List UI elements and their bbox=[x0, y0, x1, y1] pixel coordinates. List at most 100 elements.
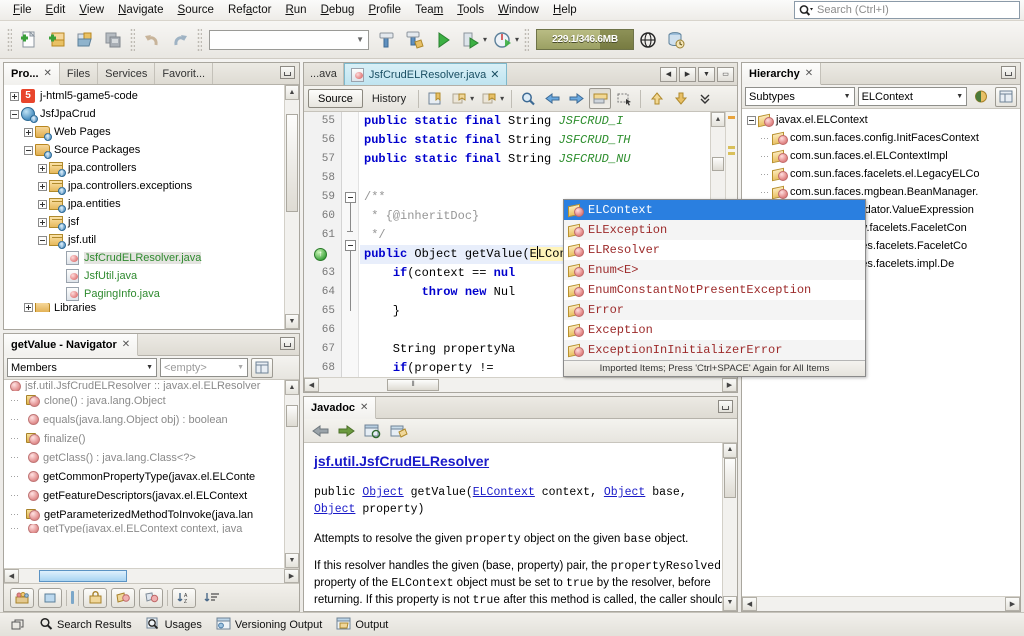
project-config-combo[interactable]: ▼ bbox=[209, 30, 369, 50]
build-project-icon[interactable] bbox=[373, 26, 401, 54]
menu-source[interactable]: Source bbox=[171, 2, 221, 18]
tree-node-jsfcrudelresolver-java[interactable]: JsfCrudELResolver.java bbox=[4, 249, 299, 267]
expander-icon[interactable] bbox=[745, 114, 758, 127]
scroll-up-icon[interactable]: ▲ bbox=[285, 85, 299, 100]
tree-node-javax-el-elcontext[interactable]: javax.el.ELContext bbox=[742, 111, 1020, 129]
new-file-icon[interactable] bbox=[15, 26, 43, 54]
scroll-left-icon[interactable]: ◀ bbox=[4, 569, 19, 583]
tree-node-jsfutil-java[interactable]: JsfUtil.java bbox=[4, 267, 299, 285]
javadoc-link-elcontext[interactable]: ELContext bbox=[473, 486, 535, 499]
tree-node-jsfjpacrud[interactable]: j JsfJpaCrud bbox=[4, 105, 299, 123]
scrollbar-thumb[interactable]: ⦀ bbox=[387, 379, 439, 391]
maximize-icon[interactable]: ▭ bbox=[717, 67, 734, 82]
close-icon[interactable]: ✕ bbox=[805, 68, 813, 79]
completion-item[interactable]: Error bbox=[564, 300, 865, 320]
menu-profile[interactable]: Profile bbox=[361, 2, 408, 18]
redo-icon[interactable] bbox=[166, 26, 194, 54]
scrollbar-track[interactable] bbox=[757, 597, 1005, 611]
navigator-vertical-scrollbar[interactable]: ▲ ▼ bbox=[284, 380, 299, 568]
code-folding-column[interactable] bbox=[342, 112, 359, 377]
toolbar-grip-2[interactable] bbox=[130, 28, 135, 52]
javadoc-link-object-3[interactable]: Object bbox=[314, 503, 355, 516]
expander-icon[interactable] bbox=[8, 90, 21, 103]
chevron-down-icon[interactable]: ▾ bbox=[500, 94, 504, 103]
javadoc-vertical-scrollbar[interactable]: ▲ ▼ bbox=[722, 443, 737, 611]
previous-occurrence-icon[interactable] bbox=[541, 88, 563, 109]
show-inherited-icon[interactable] bbox=[38, 588, 62, 608]
toggle-rectangular-selection-icon[interactable] bbox=[613, 88, 635, 109]
expander-icon[interactable] bbox=[36, 234, 49, 247]
shift-line-down-icon[interactable] bbox=[670, 88, 692, 109]
completion-item[interactable]: ELResolver bbox=[564, 240, 865, 260]
scrollbar-thumb[interactable] bbox=[286, 114, 298, 212]
expander-icon[interactable] bbox=[36, 180, 49, 193]
expander-icon[interactable] bbox=[22, 303, 35, 312]
debug-project-icon[interactable] bbox=[457, 26, 485, 54]
profile-dropdown-icon[interactable]: ▾ bbox=[515, 35, 519, 44]
tree-node-jsf[interactable]: j jsf bbox=[4, 213, 299, 231]
menu-window[interactable]: Window bbox=[491, 2, 546, 18]
tree-node-web-pages[interactable]: j Web Pages bbox=[4, 123, 299, 141]
expander-icon[interactable] bbox=[36, 198, 49, 211]
undo-icon[interactable] bbox=[138, 26, 166, 54]
toolbar-grip-4[interactable] bbox=[524, 28, 529, 52]
hierarchy-type-combo[interactable]: ELContext ▼ bbox=[858, 87, 968, 106]
tree-node-jpa-controllers-exceptions[interactable]: j jpa.controllers.exceptions bbox=[4, 177, 299, 195]
expander-icon[interactable] bbox=[36, 162, 49, 175]
scrollbar-thumb[interactable] bbox=[712, 157, 724, 171]
menu-file[interactable]: File bbox=[6, 2, 39, 18]
menu-view[interactable]: View bbox=[72, 2, 111, 18]
tree-node-jpa-entities[interactable]: j jpa.entities bbox=[4, 195, 299, 213]
debug-dropdown-icon[interactable]: ▾ bbox=[483, 35, 487, 44]
list-item[interactable]: ⋯ getCommonPropertyType(javax.el.ELConte bbox=[4, 467, 299, 486]
tree-node-j-html5-game5-code[interactable]: 5 j-html5-game5-code bbox=[4, 87, 299, 105]
sort-by-source-order-icon[interactable] bbox=[200, 588, 224, 608]
search-box[interactable]: Search (Ctrl+I) bbox=[794, 1, 1020, 19]
run-project-icon[interactable] bbox=[429, 26, 457, 54]
menu-tools[interactable]: Tools bbox=[450, 2, 491, 18]
save-all-icon[interactable] bbox=[99, 26, 127, 54]
show-fields-icon[interactable] bbox=[139, 588, 163, 608]
scroll-left-icon[interactable]: ◀ bbox=[304, 378, 319, 392]
tab-navigator[interactable]: getValue - Navigator ✕ bbox=[4, 334, 138, 356]
line-annotation-bulb[interactable]: ↑ bbox=[304, 245, 341, 264]
minimize-projects-button[interactable] bbox=[280, 66, 295, 79]
completion-item[interactable]: ELContext bbox=[564, 200, 865, 220]
scroll-down-icon[interactable]: ▼ bbox=[285, 553, 299, 568]
scroll-down-icon[interactable]: ▼ bbox=[723, 596, 737, 611]
status-usages[interactable]: Usages bbox=[140, 615, 208, 635]
editor-tab-jsfcrudelresolver[interactable]: JsfCrudELResolver.java ✕ bbox=[344, 63, 507, 85]
list-item[interactable]: ⋯ finalize() bbox=[4, 429, 299, 448]
show-inner-classes-icon[interactable] bbox=[995, 87, 1017, 107]
toolbar-grip-3[interactable] bbox=[197, 28, 202, 52]
scrollbar-track[interactable] bbox=[285, 100, 299, 314]
scroll-right-icon[interactable]: ▶ bbox=[284, 569, 299, 583]
db-clock-icon[interactable] bbox=[662, 26, 690, 54]
tree-node-jpa-controllers[interactable]: j jpa.controllers bbox=[4, 159, 299, 177]
toggle-bookmark-icon[interactable] bbox=[424, 88, 446, 109]
navigator-horizontal-scrollbar[interactable]: ◀ ▶ bbox=[4, 568, 299, 583]
navigator-scope-combo[interactable]: Members ▼ bbox=[7, 358, 157, 377]
completion-item[interactable]: Exception bbox=[564, 320, 865, 340]
tree-node-legacyelcontext[interactable]: ⋯ com.sun.faces.facelets.el.LegacyELCo bbox=[742, 165, 1020, 183]
minimize-navigator-button[interactable] bbox=[280, 337, 295, 350]
find-selection-icon[interactable] bbox=[517, 88, 539, 109]
scroll-up-icon[interactable]: ▲ bbox=[711, 112, 725, 127]
list-item[interactable]: ⋯ getParameterizedMethodToInvoke(java.la… bbox=[4, 505, 299, 524]
view-source-button[interactable]: Source bbox=[308, 89, 363, 108]
completion-item[interactable]: ELException bbox=[564, 220, 865, 240]
tab-favorites[interactable]: Favorit... bbox=[155, 63, 213, 84]
previous-bookmark-icon[interactable] bbox=[448, 88, 470, 109]
open-project-icon[interactable] bbox=[71, 26, 99, 54]
tab-projects[interactable]: Pro... ✕ bbox=[4, 63, 60, 85]
status-output[interactable]: Output bbox=[330, 615, 394, 635]
minimize-hierarchy-button[interactable] bbox=[1001, 66, 1016, 79]
projects-vertical-scrollbar[interactable]: ▲ ▼ bbox=[284, 85, 299, 329]
navigator-header-row[interactable]: jsf.util.JsfCrudELResolver :: javax.el.E… bbox=[4, 381, 299, 391]
tree-node-elcontextimpl[interactable]: ⋯ com.sun.faces.el.ELContextImpl bbox=[742, 147, 1020, 165]
status-versioning-output[interactable]: Versioning Output bbox=[210, 615, 328, 635]
list-item[interactable]: ⋯ getClass() : java.lang.Class<?> bbox=[4, 448, 299, 467]
sort-by-source-icon[interactable] bbox=[10, 588, 34, 608]
minimize-javadoc-button[interactable] bbox=[718, 400, 733, 413]
editor-horizontal-scrollbar[interactable]: ◀ ⦀ ▶ bbox=[304, 377, 737, 392]
